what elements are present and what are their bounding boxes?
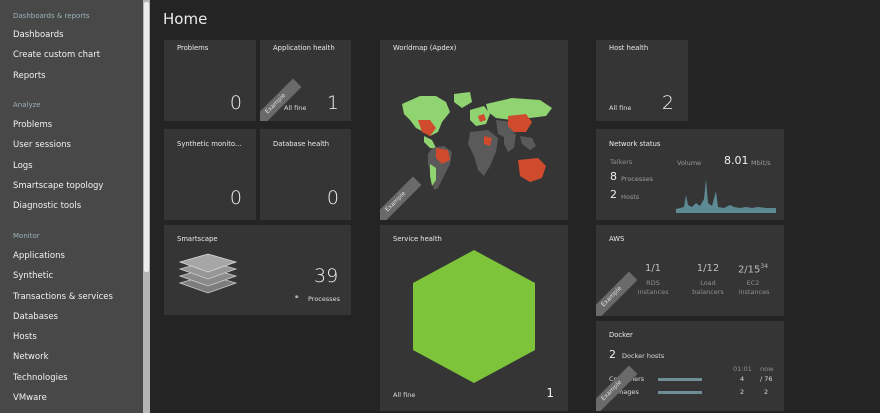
aws-rds-value: 1/1	[644, 263, 662, 274]
tile-title: Database health	[273, 140, 330, 148]
sidebar: Dashboards & reports Dashboards Create c…	[0, 0, 143, 413]
tile-title: Docker	[609, 331, 633, 339]
service-health-count: 1	[546, 386, 554, 400]
database-health-count: 0	[326, 187, 339, 209]
service-health-status: All fine	[393, 391, 416, 399]
tile-network-status[interactable]: Network status Talkers 8 Processes 2 Hos…	[596, 129, 784, 220]
tile-problems[interactable]: Problems 0	[164, 40, 256, 121]
synthetic-count: 0	[229, 187, 242, 209]
docker-hosts-label: Docker hosts	[622, 352, 665, 360]
example-ribbon: Example	[260, 78, 302, 121]
tile-aws[interactable]: AWS 1/1 RDS instances 1/12 Load balancer…	[596, 225, 784, 316]
volume-label: Volume	[677, 159, 702, 167]
tile-title: Synthetic monito...	[177, 140, 242, 148]
volume-sparkline	[676, 179, 776, 213]
problems-count: 0	[229, 92, 242, 114]
page-title: Home	[163, 10, 208, 28]
section-monitor: Monitor	[13, 232, 40, 240]
sidebar-item-network[interactable]: Network	[0, 347, 143, 367]
smartscape-process-count: 39	[314, 265, 339, 287]
hosts-value: 2	[610, 188, 617, 201]
tile-title: Smartscape	[177, 235, 218, 243]
sidebar-item-logs[interactable]: Logs	[0, 156, 143, 176]
tile-database-health[interactable]: Database health 0	[260, 129, 351, 220]
sidebar-item-hosts[interactable]: Hosts	[0, 327, 143, 347]
tile-title: AWS	[609, 235, 625, 243]
docker-images-v2: 2	[764, 388, 769, 396]
aws-ec2-count: 2/15	[737, 264, 761, 276]
hosts-label: Hosts	[621, 193, 640, 201]
talkers-label: Talkers	[610, 158, 633, 166]
docker-images-bar	[658, 391, 702, 394]
docker-col-time: 01:01	[733, 365, 752, 373]
docker-containers-bar	[658, 378, 702, 381]
aws-rds-label: RDS	[646, 279, 660, 287]
host-health-count: 2	[661, 92, 674, 114]
docker-hosts-value: 2	[609, 348, 616, 361]
sidebar-scrollbar-thumb[interactable]	[144, 2, 149, 272]
aws-ec2-label: EC2	[746, 279, 760, 287]
sidebar-item-diagnostic-tools[interactable]: Diagnostic tools	[0, 196, 143, 216]
aws-lb-sublabel: balancers	[692, 288, 724, 296]
docker-containers-v1: 4	[740, 375, 745, 383]
sidebar-item-reports[interactable]: Reports	[0, 66, 143, 86]
aws-ec2-value: 2/1534	[736, 263, 770, 275]
tile-smartscape[interactable]: Smartscape 39 ⚭ Processes	[164, 225, 351, 315]
sidebar-item-user-sessions[interactable]: User sessions	[0, 135, 143, 155]
tile-worldmap[interactable]: Worldmap (Apdex) Example	[380, 40, 568, 220]
processes-value: 8	[610, 170, 617, 183]
aws-ec2-sup: 34	[760, 263, 769, 270]
tile-title: Problems	[177, 44, 209, 52]
docker-col-now: now	[760, 365, 774, 373]
processes-label: Processes	[621, 175, 654, 183]
sidebar-item-databases[interactable]: Databases	[0, 307, 143, 327]
section-dashboards-reports: Dashboards & reports	[13, 12, 90, 20]
volume-value: 8.01	[724, 154, 749, 167]
tile-service-health[interactable]: Service health All fine 1	[380, 225, 568, 411]
tile-synthetic-monitors[interactable]: Synthetic monito... 0	[164, 129, 256, 220]
smartscape-processes-label: Processes	[308, 295, 341, 303]
example-ribbon: Example	[596, 271, 638, 316]
docker-images-v1: 2	[740, 388, 745, 396]
aws-lb-label: Load	[700, 279, 716, 287]
tile-title: Host health	[609, 44, 649, 52]
sidebar-item-technologies[interactable]: Technologies	[0, 368, 143, 388]
tile-application-health[interactable]: Application health All fine 1 Example	[260, 40, 351, 121]
smartscape-layers-icon	[178, 253, 238, 294]
docker-containers-v2: / 76	[760, 375, 773, 383]
section-analyze: Analyze	[13, 101, 41, 109]
tile-docker[interactable]: Docker 2 Docker hosts 01:01 now Containe…	[596, 321, 784, 411]
sidebar-item-dashboards[interactable]: Dashboards	[0, 25, 143, 45]
host-health-status: All fine	[609, 104, 632, 112]
sidebar-item-create-custom-chart[interactable]: Create custom chart	[0, 45, 143, 65]
sidebar-item-vmware[interactable]: VMware	[0, 388, 143, 408]
sidebar-item-synthetic[interactable]: Synthetic	[0, 266, 143, 286]
sidebar-item-transactions-services[interactable]: Transactions & services	[0, 287, 143, 307]
aws-lb-value: 1/12	[696, 263, 720, 274]
link-icon: ⚭	[294, 293, 300, 301]
service-health-hexagon	[413, 250, 535, 383]
tile-title: Network status	[609, 140, 661, 148]
app-health-count: 1	[326, 92, 339, 114]
tile-host-health[interactable]: Host health All fine 2	[596, 40, 688, 121]
aws-ec2-sublabel: instances	[738, 288, 770, 296]
volume-unit: Mbit/s	[751, 159, 771, 167]
tile-title: Application health	[273, 44, 335, 52]
sidebar-item-applications[interactable]: Applications	[0, 246, 143, 266]
sidebar-item-smartscape-topology[interactable]: Smartscape topology	[0, 176, 143, 196]
app-health-status: All fine	[284, 104, 307, 112]
aws-rds-sublabel: instances	[637, 288, 669, 296]
sidebar-item-problems[interactable]: Problems	[0, 115, 143, 135]
